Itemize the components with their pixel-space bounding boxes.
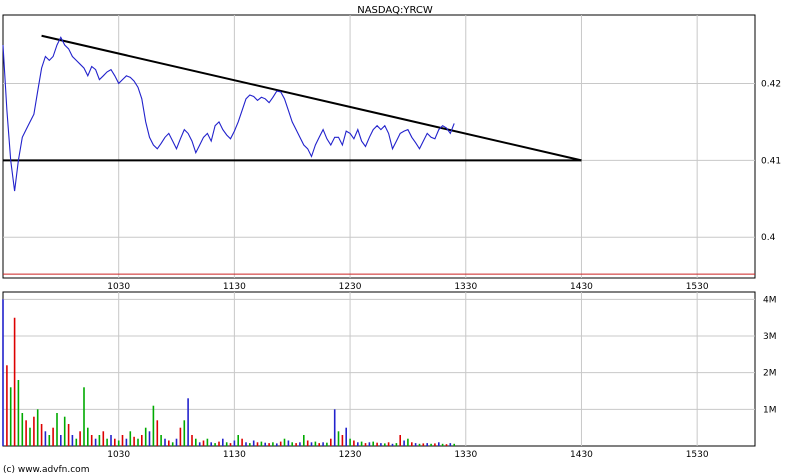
credit-text: (c) www.advfn.com — [3, 465, 89, 475]
price-x-tick-label: 1030 — [107, 282, 130, 292]
price-y-tick-labels: 0.42 0.41 0.4 — [761, 79, 781, 243]
price-y-tick-label: 0.41 — [761, 156, 781, 166]
volume-x-tick-labels: 1030 1130 1230 1330 1430 1530 — [107, 450, 709, 460]
chart-canvas: 1030 1130 1230 1330 1430 1530 0.42 0.41 0.4 NAS… — [2, 5, 781, 475]
price-x-tick-label: 1230 — [339, 282, 362, 292]
volume-x-tick-label: 1230 — [339, 450, 362, 460]
volume-x-tick-label: 1330 — [454, 450, 477, 460]
price-x-tick-label: 1430 — [570, 282, 593, 292]
volume-plot-area — [2, 291, 756, 447]
price-panel: 1030 1130 1230 1330 1430 1530 0.42 0.41 0.4 NAS… — [2, 5, 781, 292]
volume-x-tick-label: 1530 — [686, 450, 709, 460]
price-y-tick-label: 0.4 — [761, 233, 776, 243]
volume-y-tick-label: 1M — [763, 405, 777, 415]
volume-x-tick-label: 1430 — [570, 450, 593, 460]
chart-title: NASDAQ:YRCW — [357, 5, 433, 16]
volume-panel: 1030 1130 1230 1330 1430 1530 4M 3M 2M 1M — [2, 291, 777, 460]
volume-x-tick-label: 1130 — [223, 450, 246, 460]
price-x-tick-label: 1530 — [686, 282, 709, 292]
price-x-tick-labels: 1030 1130 1230 1330 1430 1530 — [107, 282, 709, 292]
volume-y-tick-label: 4M — [763, 295, 777, 305]
volume-x-tick-label: 1030 — [107, 450, 130, 460]
price-plot-area — [2, 14, 756, 279]
volume-y-tick-labels: 4M 3M 2M 1M — [763, 295, 777, 415]
volume-y-tick-label: 3M — [763, 332, 777, 342]
price-y-tick-label: 0.42 — [761, 79, 781, 89]
volume-y-tick-label: 2M — [763, 369, 777, 379]
price-x-tick-label: 1330 — [454, 282, 477, 292]
price-x-tick-label: 1130 — [223, 282, 246, 292]
